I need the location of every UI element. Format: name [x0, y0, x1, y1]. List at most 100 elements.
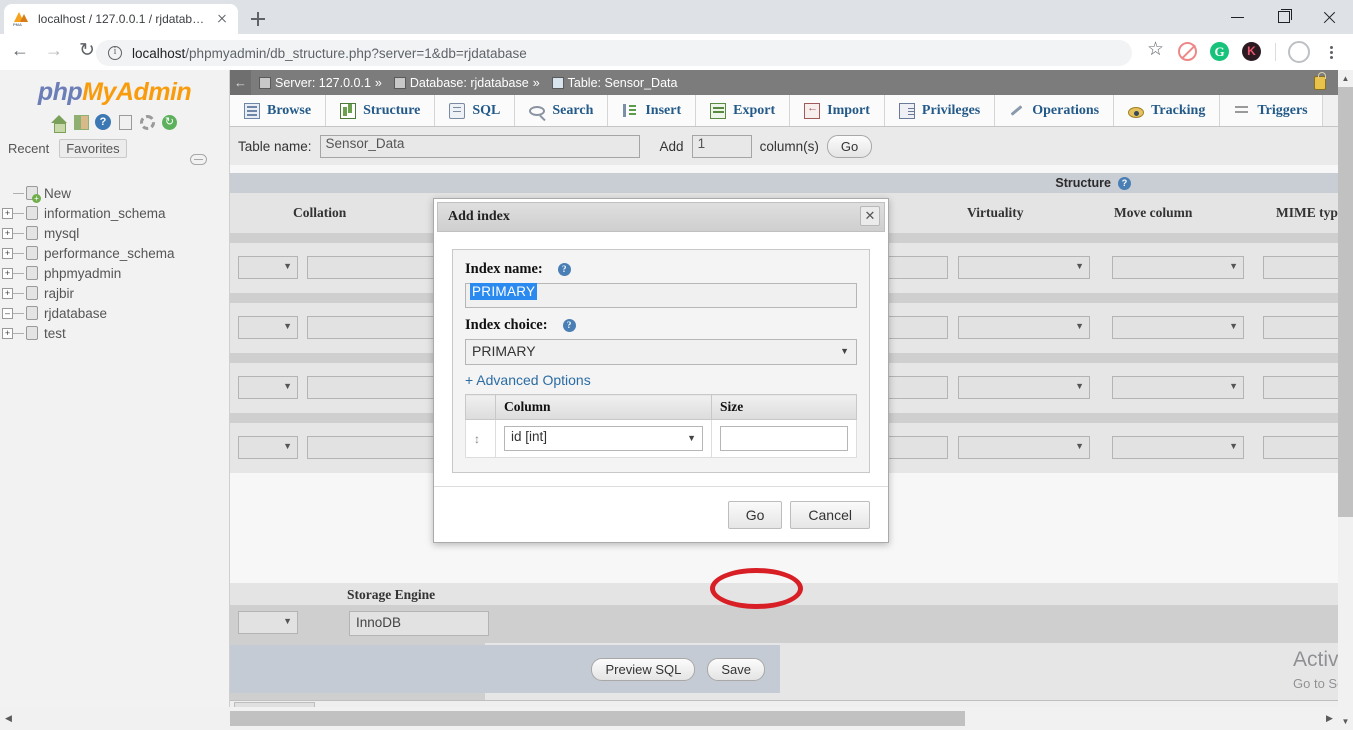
tree-item-mysql[interactable]: + mysql: [0, 223, 229, 243]
forward-arrow-icon[interactable]: [40, 38, 68, 66]
tree-item-test[interactable]: + test: [0, 323, 229, 343]
tree-item-rajbir[interactable]: + rajbir: [0, 283, 229, 303]
add-columns-input[interactable]: 1: [691, 134, 752, 158]
scrollbar-thumb[interactable]: [1338, 87, 1353, 517]
tab-privileges[interactable]: Privileges: [884, 95, 996, 126]
help-icon[interactable]: ?: [1118, 176, 1131, 190]
save-button[interactable]: Save: [707, 657, 765, 681]
browser-tab[interactable]: PMA localhost / 127.0.0.1 / rjdatabase: [4, 4, 238, 34]
index-choice-select[interactable]: PRIMARY: [465, 339, 857, 365]
dialog-go-button[interactable]: Go: [727, 500, 783, 529]
index-size-input[interactable]: [720, 426, 848, 451]
profile-avatar-icon[interactable]: [1285, 38, 1313, 66]
maximize-window-button[interactable]: [1261, 0, 1307, 34]
minimize-window-button[interactable]: [1215, 0, 1261, 34]
move-column-select[interactable]: [1112, 316, 1244, 339]
move-column-select[interactable]: [1112, 256, 1244, 279]
row-select[interactable]: [238, 436, 298, 459]
tree-expander[interactable]: +: [2, 327, 13, 339]
close-tab-icon[interactable]: [214, 11, 230, 27]
virtuality-select[interactable]: [958, 316, 1090, 339]
help-icon[interactable]: ?: [95, 114, 112, 131]
tree-item-information_schema[interactable]: + information_schema: [0, 203, 229, 223]
breadcrumb-back-icon[interactable]: ←: [230, 70, 251, 95]
storage-row-select[interactable]: [238, 611, 298, 634]
new-tab-button[interactable]: [246, 7, 270, 31]
move-column-select[interactable]: [1112, 376, 1244, 399]
tab-browse[interactable]: Browse: [230, 95, 327, 126]
virtuality-select[interactable]: [958, 256, 1090, 279]
phpmyadmin-logo[interactable]: phpMyAdmin: [0, 70, 229, 107]
tab-triggers[interactable]: Triggers: [1220, 95, 1323, 126]
tree-expander[interactable]: +: [2, 287, 13, 299]
extension-k-icon[interactable]: K: [1238, 38, 1266, 66]
close-icon[interactable]: ✕: [860, 206, 880, 226]
settings-gear-icon[interactable]: [139, 114, 156, 131]
tab-sql[interactable]: SQL: [435, 95, 516, 126]
tree-expander[interactable]: +: [2, 267, 13, 279]
scroll-left-arrow[interactable]: ◀: [0, 707, 17, 730]
back-arrow-icon[interactable]: [6, 38, 34, 66]
bookmark-star-icon[interactable]: [1142, 38, 1170, 66]
scroll-right-arrow[interactable]: ▶: [1321, 707, 1338, 730]
recent-tab[interactable]: Recent: [2, 140, 55, 157]
favorites-tab[interactable]: Favorites: [59, 139, 127, 158]
page-vertical-scrollbar[interactable]: ▲ ▼: [1338, 70, 1353, 730]
advanced-options-link[interactable]: + Advanced Options: [465, 372, 591, 388]
tree-item-new[interactable]: New: [0, 183, 229, 203]
index-column-select[interactable]: id [int]: [504, 426, 703, 451]
row-select[interactable]: [238, 316, 298, 339]
tab-import[interactable]: Import: [790, 95, 885, 126]
drag-handle-cell[interactable]: ↕: [465, 419, 496, 458]
move-column-select[interactable]: [1112, 436, 1244, 459]
documentation-icon[interactable]: [117, 114, 134, 131]
tab-operations[interactable]: Operations: [995, 95, 1115, 126]
tree-expander[interactable]: +: [2, 247, 13, 259]
site-info-icon[interactable]: [108, 46, 122, 60]
home-icon[interactable]: [51, 114, 68, 133]
grammarly-extension-icon[interactable]: G: [1206, 38, 1234, 66]
reload-navigation-icon[interactable]: ↻: [161, 114, 178, 131]
scroll-up-arrow[interactable]: ▲: [1338, 70, 1353, 87]
table-name-input[interactable]: Sensor_Data: [319, 134, 640, 158]
drag-handle-icon[interactable]: ↕: [474, 432, 480, 446]
logout-icon[interactable]: [73, 114, 90, 131]
storage-engine-select[interactable]: InnoDB: [349, 611, 489, 636]
close-window-button[interactable]: [1307, 0, 1353, 34]
scrollbar-thumb[interactable]: [230, 711, 965, 726]
virtuality-select[interactable]: [958, 376, 1090, 399]
toggle-link-icon[interactable]: [190, 154, 207, 165]
tree-item-phpmyadmin[interactable]: + phpmyadmin: [0, 263, 229, 283]
tree-expander[interactable]: +: [2, 227, 13, 239]
index-fieldset: Index name: ? PRIMARY Index choice: ? PR…: [452, 249, 870, 473]
tab-export[interactable]: Export: [696, 95, 791, 126]
scroll-down-arrow[interactable]: ▼: [1338, 713, 1353, 730]
chrome-menu-icon[interactable]: [1317, 38, 1345, 66]
breadcrumb-server[interactable]: Server: 127.0.0.1: [275, 76, 371, 90]
tree-expander[interactable]: –: [2, 307, 13, 319]
row-select[interactable]: [238, 376, 298, 399]
index-name-input[interactable]: PRIMARY: [465, 283, 857, 308]
adblock-extension-icon[interactable]: [1174, 38, 1202, 66]
breadcrumb-database[interactable]: Database: rjdatabase: [410, 76, 529, 90]
row-select[interactable]: [238, 256, 298, 279]
lock-icon[interactable]: [1314, 71, 1327, 90]
address-bar[interactable]: localhost/phpmyadmin/db_structure.php?se…: [96, 40, 1132, 66]
tab-tracking[interactable]: Tracking: [1114, 95, 1221, 126]
help-icon[interactable]: ?: [557, 263, 571, 276]
add-columns-go-button[interactable]: Go: [826, 134, 873, 158]
help-icon[interactable]: ?: [562, 319, 576, 332]
database-icon: [26, 246, 38, 260]
tab-structure[interactable]: Structure: [326, 95, 436, 126]
preview-sql-button[interactable]: Preview SQL: [591, 657, 696, 681]
tab-insert[interactable]: Insert: [608, 95, 697, 126]
virtuality-select[interactable]: [958, 436, 1090, 459]
tab-search[interactable]: Search: [515, 95, 609, 126]
tree-expander[interactable]: +: [2, 207, 13, 219]
breadcrumb-table[interactable]: Table: Sensor_Data: [568, 76, 678, 90]
tree-item-rjdatabase[interactable]: – rjdatabase: [0, 303, 229, 323]
page-horizontal-scrollbar[interactable]: ◀ ▶: [0, 707, 1338, 730]
table-name-label: Table name:: [238, 138, 312, 154]
dialog-cancel-button[interactable]: Cancel: [790, 500, 870, 529]
tree-item-performance_schema[interactable]: + performance_schema: [0, 243, 229, 263]
